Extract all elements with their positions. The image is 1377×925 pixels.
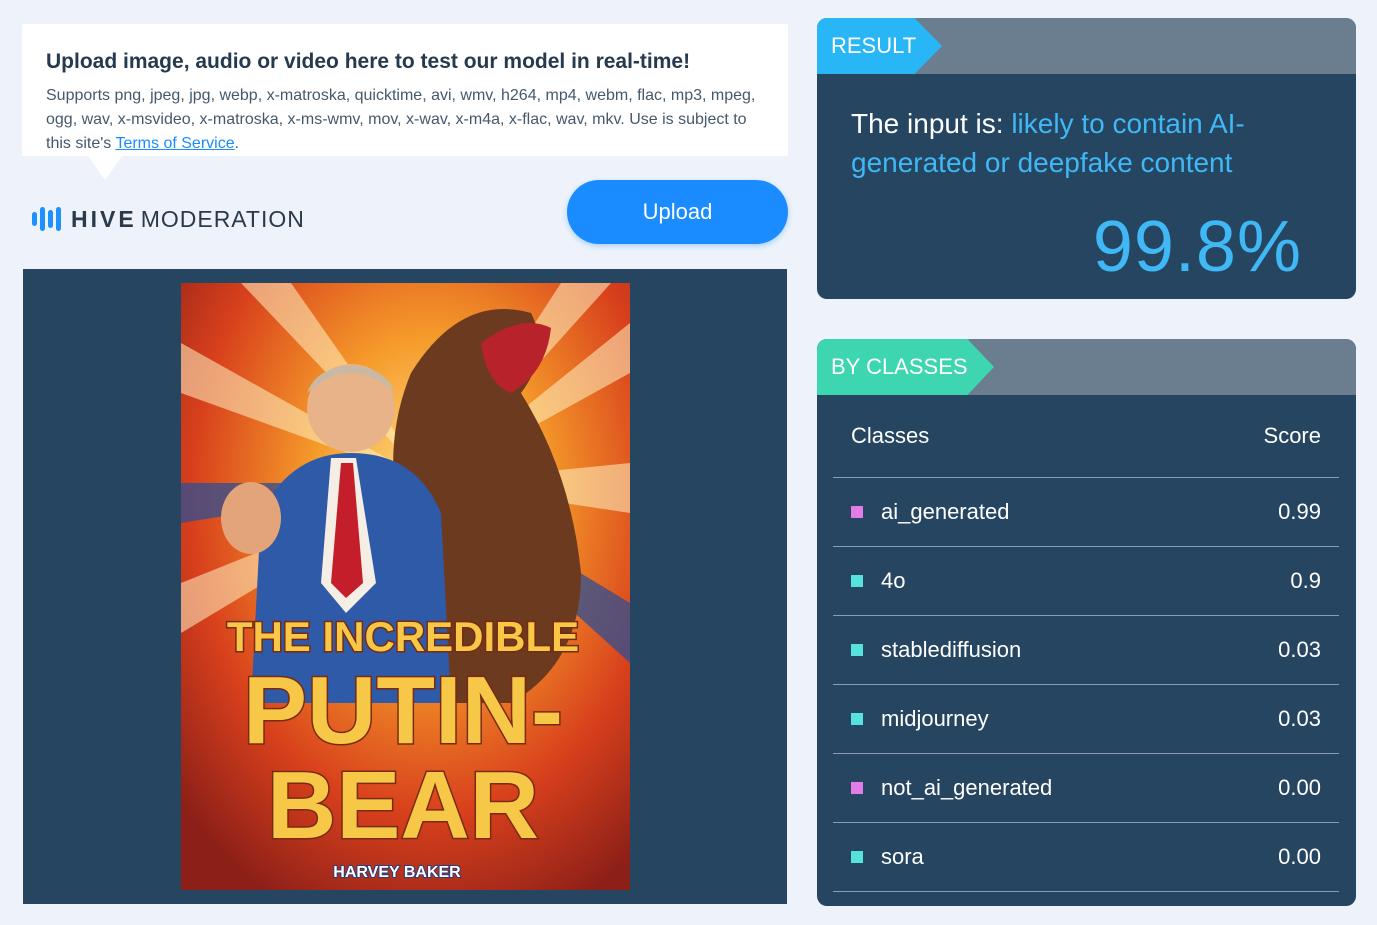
table-row: sora 0.00 xyxy=(833,823,1339,892)
class-score: 0.9 xyxy=(1290,568,1321,593)
hive-logo-icon xyxy=(32,207,61,231)
hive-moderation-logo: HIVE MODERATION xyxy=(32,204,305,234)
table-row: 4o 0.9 xyxy=(833,547,1339,616)
logo-wordmark: HIVE MODERATION xyxy=(71,206,305,233)
score-column-header: Score xyxy=(1263,423,1321,448)
book-title-main-line1: PUTIN- xyxy=(243,657,563,764)
by-classes-tag: BY CLASSES xyxy=(817,339,994,395)
class-score: 0.00 xyxy=(1278,844,1321,869)
class-name: stablediffusion xyxy=(881,637,1022,662)
class-color-swatch xyxy=(851,782,863,794)
class-score: 0.99 xyxy=(1278,499,1321,524)
by-classes-header: BY CLASSES xyxy=(817,339,1356,395)
by-classes-card: BY CLASSES Classes Score ai_generated 0.… xyxy=(817,339,1356,906)
class-score: 0.00 xyxy=(1278,775,1321,800)
media-preview-panel: THE INCREDIBLE PUTIN- BEAR HARVEY BAKER xyxy=(23,269,787,904)
uploaded-image-preview: THE INCREDIBLE PUTIN- BEAR HARVEY BAKER xyxy=(181,283,630,890)
class-score: 0.03 xyxy=(1278,706,1321,731)
classes-column-header: Classes xyxy=(851,423,930,448)
tos-suffix: . xyxy=(234,135,240,152)
table-row: stablediffusion 0.03 xyxy=(833,616,1339,685)
class-color-swatch xyxy=(851,506,863,518)
class-name: midjourney xyxy=(881,706,989,731)
terms-of-service-link[interactable]: Terms of Service xyxy=(115,135,234,152)
class-name: ai_generated xyxy=(881,499,1010,524)
class-name: sora xyxy=(881,844,924,869)
logo-brand-light: MODERATION xyxy=(140,205,305,232)
result-card-header: RESULT xyxy=(817,18,1356,74)
class-color-swatch xyxy=(851,713,863,725)
classes-table-header: Classes Score xyxy=(833,395,1339,478)
class-color-swatch xyxy=(851,851,863,863)
result-statement: The input is: likely to contain AI-gener… xyxy=(851,104,1321,182)
upload-info-description: Supports png, jpeg, jpg, webp, x-matrosk… xyxy=(46,84,764,156)
table-row: not_ai_generated 0.00 xyxy=(833,754,1339,823)
book-title-main-line2: BEAR xyxy=(267,752,539,859)
class-color-swatch xyxy=(851,575,863,587)
upload-info-box: Upload image, audio or video here to tes… xyxy=(22,24,788,180)
result-card: RESULT The input is: likely to contain A… xyxy=(817,18,1356,299)
table-row: ai_generated 0.99 xyxy=(833,478,1339,547)
class-score: 0.03 xyxy=(1278,637,1321,662)
result-prefix: The input is: xyxy=(851,108,1012,139)
upload-button[interactable]: Upload xyxy=(567,180,788,244)
book-title-top: THE INCREDIBLE xyxy=(227,613,579,660)
result-tag: RESULT xyxy=(817,18,942,74)
book-author: HARVEY BAKER xyxy=(333,864,461,881)
class-name: not_ai_generated xyxy=(881,775,1053,800)
table-row: midjourney 0.03 xyxy=(833,685,1339,754)
classes-table: Classes Score ai_generated 0.99 4o 0.9 s… xyxy=(833,395,1339,892)
result-percentage: 99.8% xyxy=(1092,207,1302,287)
class-name: 4o xyxy=(881,568,906,593)
class-color-swatch xyxy=(851,644,863,656)
upload-info-title: Upload image, audio or video here to tes… xyxy=(46,50,691,73)
logo-brand-bold: HIVE xyxy=(71,205,137,232)
